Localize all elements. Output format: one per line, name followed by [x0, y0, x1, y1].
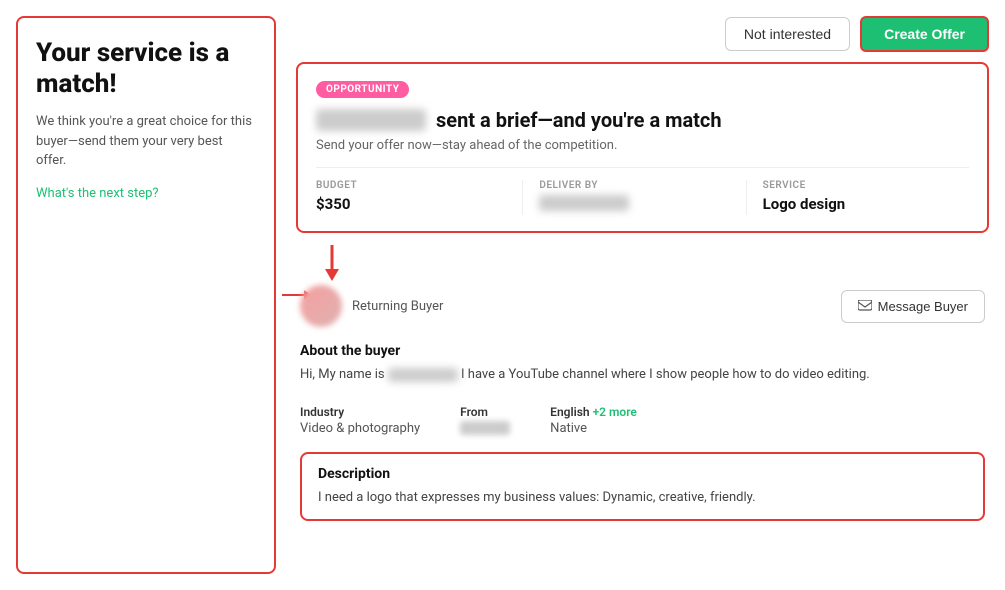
next-step-link[interactable]: What's the next step? — [36, 186, 159, 201]
match-description: We think you're a great choice for this … — [36, 112, 256, 171]
opportunity-details: BUDGET $350 DELIVER BY SERVICE Logo desi… — [316, 167, 969, 215]
buyer-section: Returning Buyer Message Buyer About the … — [296, 285, 989, 521]
language-level: Native — [550, 421, 637, 436]
country-blurred — [460, 421, 510, 435]
not-interested-button[interactable]: Not interested — [725, 17, 850, 51]
opportunity-title-text: sent a brief—and you're a match — [436, 108, 722, 132]
about-buyer-text: Hi, My name is I have a YouTube channel … — [300, 365, 985, 385]
buyer-tag: Returning Buyer — [352, 299, 443, 314]
down-arrow-container — [296, 245, 989, 281]
budget-detail: BUDGET $350 — [316, 180, 523, 215]
deliver-by-detail: DELIVER BY — [539, 180, 746, 215]
opportunity-title: sent a brief—and you're a match — [316, 108, 969, 132]
industry-col: Industry Video & photography — [300, 405, 420, 436]
buyer-meta: Industry Video & photography From Englis… — [300, 405, 985, 436]
buyer-avatar — [300, 285, 342, 327]
language-col: English +2 more Native — [550, 405, 637, 436]
from-col: From — [460, 405, 510, 436]
action-bar: Not interested Create Offer — [296, 16, 989, 52]
right-panel: Not interested Create Offer OPPORTUNITY … — [296, 16, 989, 574]
match-panel: Your service is a match! We think you're… — [16, 16, 276, 574]
match-title: Your service is a match! — [36, 38, 256, 100]
deliver-by-label: DELIVER BY — [539, 180, 729, 191]
from-value — [460, 421, 510, 436]
description-title: Description — [318, 466, 967, 482]
budget-value: $350 — [316, 195, 506, 213]
opportunity-badge: OPPORTUNITY — [316, 81, 409, 98]
description-text: I need a logo that expresses my business… — [318, 488, 967, 508]
industry-value: Video & photography — [300, 421, 420, 436]
language-extra: +2 more — [593, 405, 637, 419]
description-section: Description I need a logo that expresses… — [300, 452, 985, 522]
deliver-by-date-blurred — [539, 195, 629, 211]
budget-label: BUDGET — [316, 180, 506, 191]
service-label: SERVICE — [763, 180, 953, 191]
buyer-name-blurred — [388, 368, 458, 382]
service-detail: SERVICE Logo design — [763, 180, 969, 215]
service-value: Logo design — [763, 195, 953, 213]
sender-name-blurred — [316, 109, 426, 131]
buyer-header: Returning Buyer Message Buyer — [300, 285, 985, 327]
opportunity-card: OPPORTUNITY sent a brief—and you're a ma… — [296, 62, 989, 233]
message-buyer-label: Message Buyer — [878, 299, 968, 314]
language-label: English +2 more — [550, 405, 637, 419]
industry-label: Industry — [300, 405, 420, 419]
message-icon — [858, 300, 872, 312]
language-label-text: English — [550, 405, 589, 419]
buyer-info: Returning Buyer — [300, 285, 443, 327]
deliver-by-value — [539, 195, 729, 215]
create-offer-button[interactable]: Create Offer — [860, 16, 989, 52]
from-label: From — [460, 405, 510, 419]
down-arrow-icon — [322, 245, 342, 281]
about-buyer: About the buyer Hi, My name is I have a … — [300, 343, 985, 385]
about-buyer-title: About the buyer — [300, 343, 985, 359]
message-buyer-button[interactable]: Message Buyer — [841, 290, 985, 323]
opportunity-subtitle: Send your offer now—stay ahead of the co… — [316, 138, 969, 153]
